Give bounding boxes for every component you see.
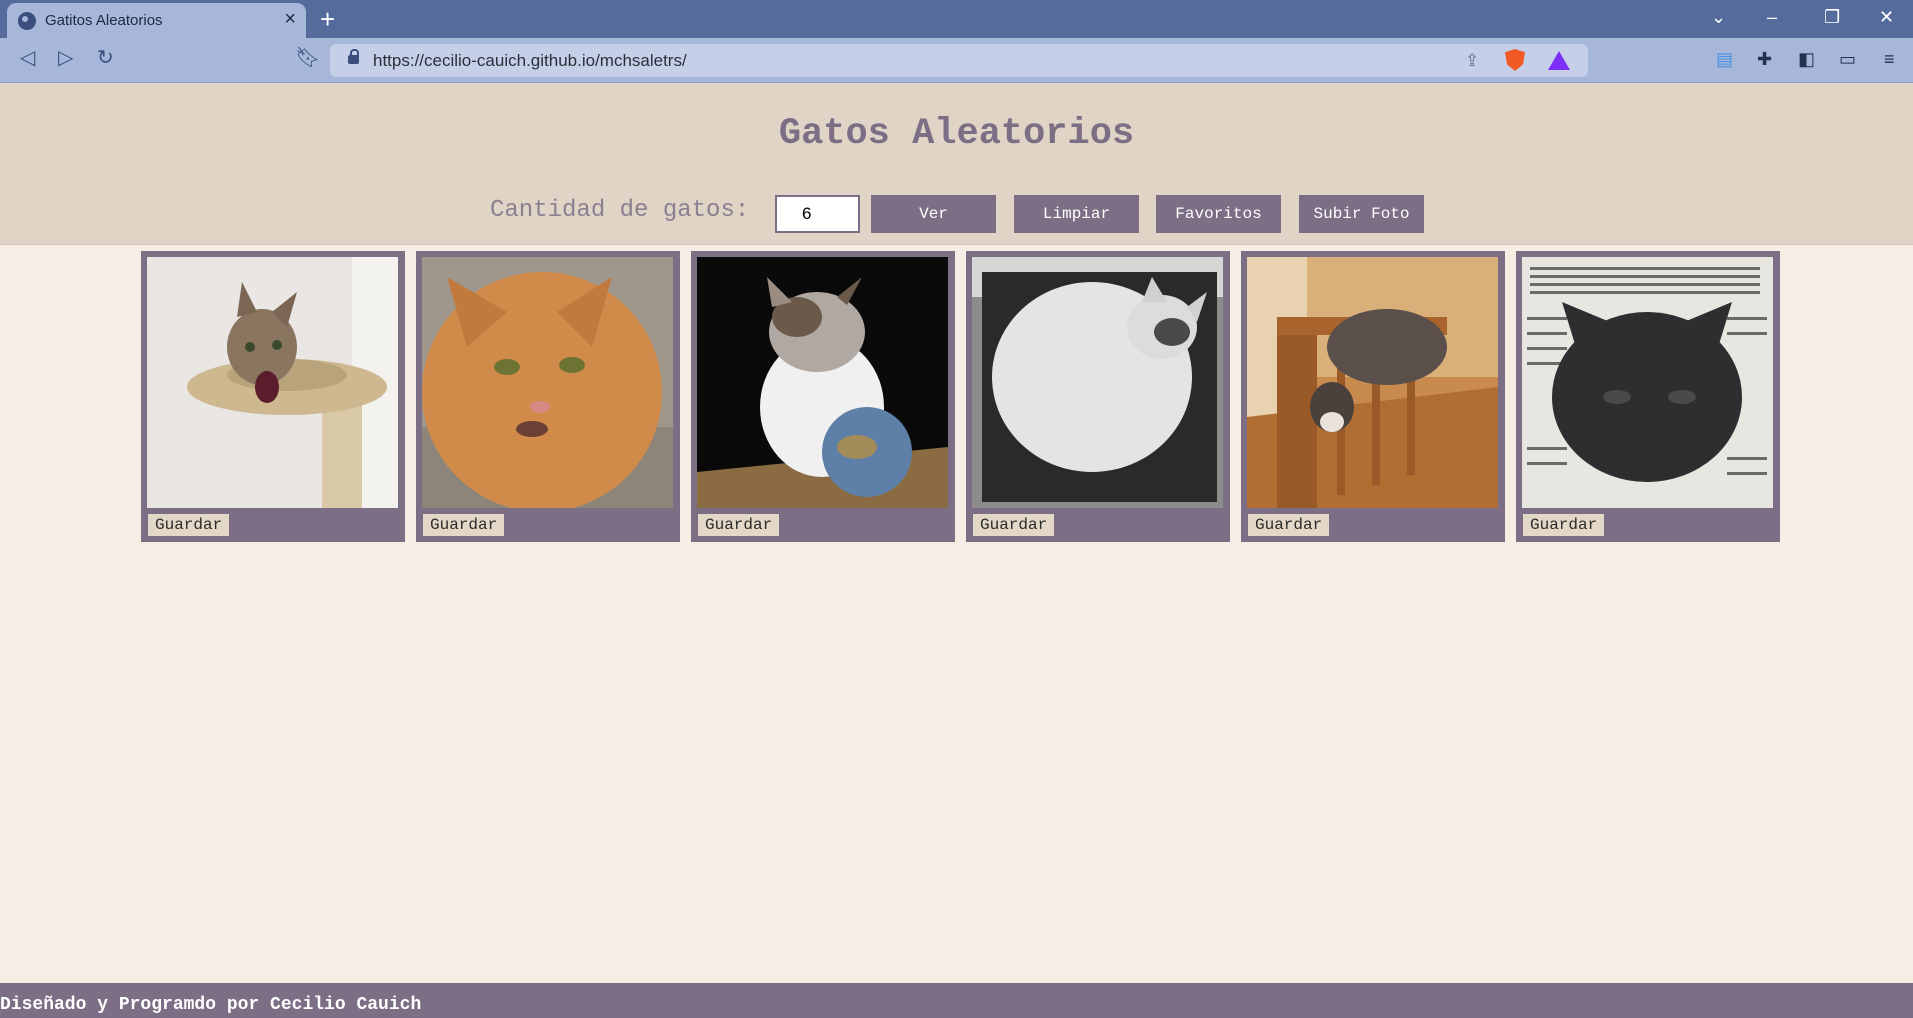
cat-card: Guardar (141, 251, 405, 542)
menu-icon[interactable]: ≡ (1884, 47, 1895, 71)
cat-card: Guardar (1241, 251, 1505, 542)
save-button[interactable]: Guardar (1248, 514, 1330, 536)
cat-image (1247, 257, 1498, 508)
save-button[interactable]: Guardar (1523, 514, 1605, 536)
cat-image (422, 257, 673, 508)
brave-rewards-icon[interactable] (1548, 51, 1570, 70)
notes-extension-icon[interactable]: ▤ (1716, 47, 1733, 71)
tab-search-icon[interactable]: ⌄ (1711, 7, 1726, 27)
close-window-icon[interactable]: ✕ (1879, 7, 1894, 27)
page-footer: Diseñado y Programdo por Cecilio Cauich (0, 983, 1913, 1018)
quantity-input[interactable] (775, 195, 860, 233)
reload-icon[interactable]: ↻ (97, 46, 114, 70)
sidebar-icon[interactable]: ◧ (1798, 47, 1815, 71)
browser-toolbar: ◁ ▷ ↻ 🔖︎ https://cecilio-cauich.github.i… (0, 38, 1913, 83)
browser-tab-bar: Gatitos Aleatorios × + ⌄ – ❐ ✕ (0, 0, 1913, 38)
address-bar[interactable]: https://cecilio-cauich.github.io/mchsale… (330, 44, 1588, 77)
globe-icon (18, 12, 36, 30)
favoritos-button[interactable]: Favoritos (1156, 195, 1281, 233)
forward-icon[interactable]: ▷ (58, 46, 73, 70)
back-icon[interactable]: ◁ (20, 46, 35, 70)
url-text[interactable]: https://cecilio-cauich.github.io/mchsale… (373, 51, 687, 71)
bookmark-icon[interactable]: 🔖︎ (295, 46, 320, 70)
save-button[interactable]: Guardar (423, 514, 505, 536)
quantity-label: Cantidad de gatos: (490, 197, 750, 224)
tab-title: Gatitos Aleatorios (45, 12, 163, 29)
cat-card: Guardar (1516, 251, 1780, 542)
ver-button[interactable]: Ver (871, 195, 996, 233)
cat-image (972, 257, 1223, 508)
brave-shields-icon[interactable] (1505, 49, 1525, 71)
new-tab-icon[interactable]: + (320, 4, 335, 34)
extensions-icon[interactable]: ✚ (1757, 47, 1772, 71)
minimize-icon[interactable]: – (1767, 7, 1777, 27)
cat-image (1522, 257, 1773, 508)
share-icon[interactable]: ⇪ (1465, 51, 1479, 71)
restore-icon[interactable]: ❐ (1824, 7, 1840, 27)
lock-icon (348, 49, 359, 64)
footer-credit: Diseñado y Programdo por Cecilio Cauich (0, 995, 422, 1015)
browser-tab[interactable]: Gatitos Aleatorios × (7, 3, 306, 38)
page-header: Gatos Aleatorios Cantidad de gatos: Ver … (0, 83, 1913, 245)
cat-card: Guardar (966, 251, 1230, 542)
page-title: Gatos Aleatorios (778, 113, 1135, 155)
save-button[interactable]: Guardar (148, 514, 230, 536)
cat-image (697, 257, 948, 508)
save-button[interactable]: Guardar (698, 514, 780, 536)
cat-image (147, 257, 398, 508)
save-button[interactable]: Guardar (973, 514, 1055, 536)
cat-card: Guardar (416, 251, 680, 542)
close-icon[interactable]: × (284, 9, 296, 29)
wallet-icon[interactable]: ▭ (1839, 47, 1856, 71)
cat-card: Guardar (691, 251, 955, 542)
limpiar-button[interactable]: Limpiar (1014, 195, 1139, 233)
subir-foto-button[interactable]: Subir Foto (1299, 195, 1424, 233)
